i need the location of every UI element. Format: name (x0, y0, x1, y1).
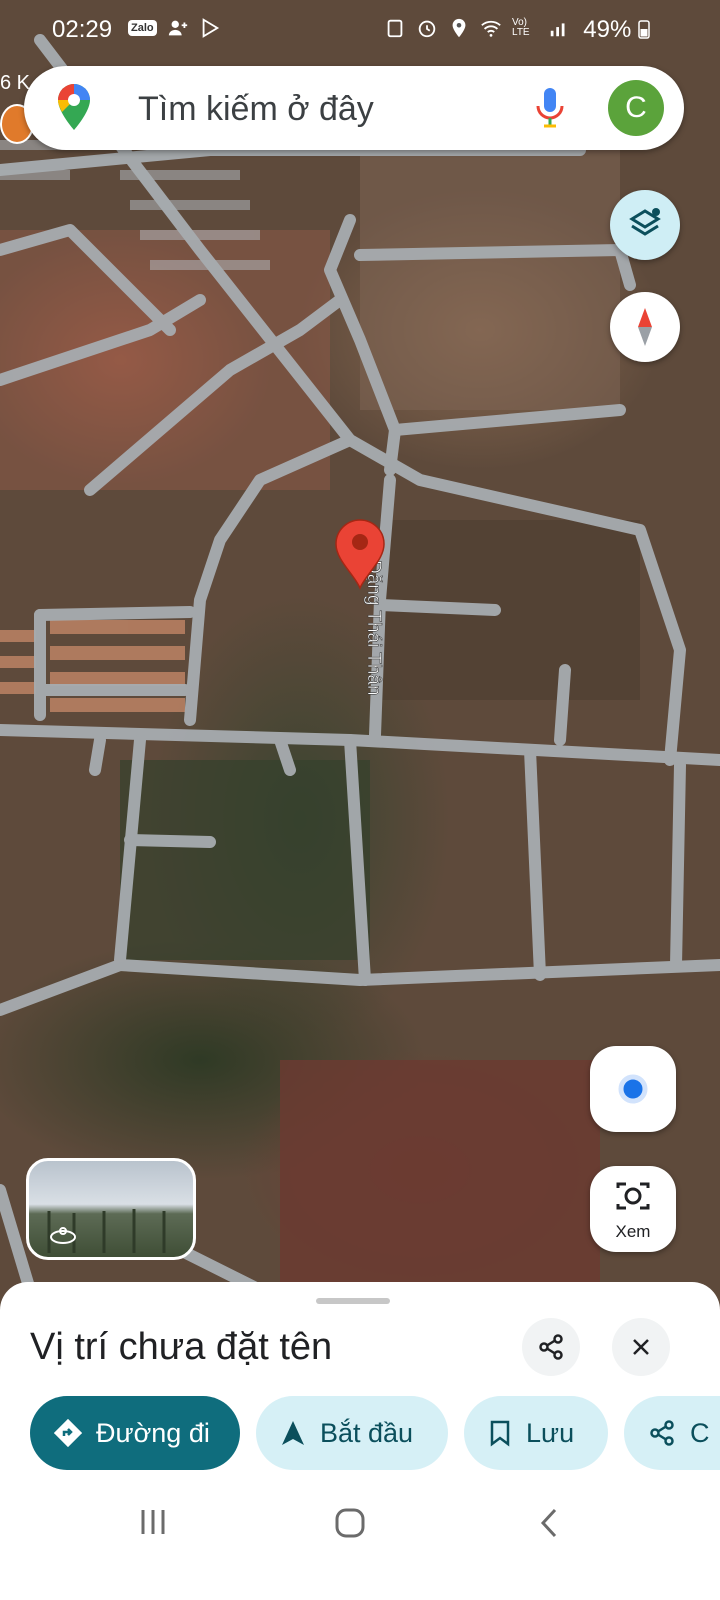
camera-lens-icon (616, 1182, 650, 1210)
zalo-icon: Zalo (128, 20, 157, 36)
share-button[interactable] (522, 1318, 580, 1376)
place-bottom-sheet[interactable]: Vị trí chưa đặt tên Đường đi Bắt đầu Lưu… (0, 1282, 720, 1600)
directions-button[interactable]: Đường đi (30, 1396, 240, 1470)
play-store-icon (202, 18, 219, 38)
compass-icon (638, 308, 652, 346)
street-label: Đặng Thái Thân (363, 560, 384, 696)
layers-button[interactable] (610, 190, 680, 260)
share-chip-label: C (690, 1417, 710, 1448)
status-bar: 02:29 Zalo Vo) LTE 49% (0, 0, 720, 60)
close-icon (633, 1339, 649, 1355)
my-location-button[interactable] (590, 1046, 676, 1132)
compass-button[interactable] (610, 292, 680, 362)
start-label: Bắt đầu (320, 1417, 414, 1448)
bookmark-icon (490, 1420, 510, 1447)
battery-level: 49% (583, 16, 650, 44)
place-title: Vị trí chưa đặt tên (30, 1326, 333, 1368)
back-icon[interactable] (538, 1508, 560, 1538)
volte-icon: Vo) LTE (512, 17, 530, 38)
system-nav-bar (0, 1488, 720, 1568)
action-chips: Đường đi Bắt đầu Lưu C (0, 1396, 720, 1470)
location-icon (452, 18, 466, 38)
status-time: 02:29 (52, 16, 113, 43)
wifi-icon (481, 20, 501, 37)
lens-label: Xem (615, 1222, 651, 1241)
street-view-thumbnail[interactable] (26, 1158, 196, 1260)
save-label: Lưu (526, 1417, 575, 1448)
street-view-image (47, 1209, 166, 1253)
start-button[interactable]: Bắt đầu (256, 1396, 448, 1470)
layers-icon (629, 208, 661, 236)
alarm-icon (418, 20, 436, 38)
recycle-icon (387, 19, 403, 38)
recent-apps-icon[interactable] (138, 1508, 168, 1536)
close-button[interactable] (612, 1318, 670, 1376)
signal-icon (550, 23, 565, 37)
360-rotate-icon (50, 1227, 76, 1244)
search-bar[interactable]: Tìm kiếm ở đây C (24, 66, 684, 150)
battery-icon (638, 20, 650, 39)
save-button[interactable]: Lưu (464, 1396, 608, 1470)
share-chip-icon (650, 1420, 674, 1446)
navigation-arrow-icon (282, 1421, 304, 1445)
google-maps-logo-icon (58, 84, 90, 130)
share-chip-button[interactable]: C (624, 1396, 720, 1470)
account-avatar[interactable]: C (608, 80, 664, 136)
my-location-icon (618, 1074, 648, 1104)
microphone-icon[interactable] (534, 86, 566, 130)
directions-icon (54, 1419, 82, 1447)
person-add-icon (168, 20, 187, 36)
poi-distance-label: 6 K (0, 72, 31, 94)
search-input[interactable]: Tìm kiếm ở đây (138, 90, 374, 129)
drag-handle[interactable] (316, 1298, 390, 1304)
directions-label: Đường đi (96, 1417, 210, 1448)
lens-button[interactable]: Xem (590, 1166, 676, 1252)
home-icon[interactable] (334, 1508, 366, 1538)
share-icon (539, 1334, 563, 1360)
